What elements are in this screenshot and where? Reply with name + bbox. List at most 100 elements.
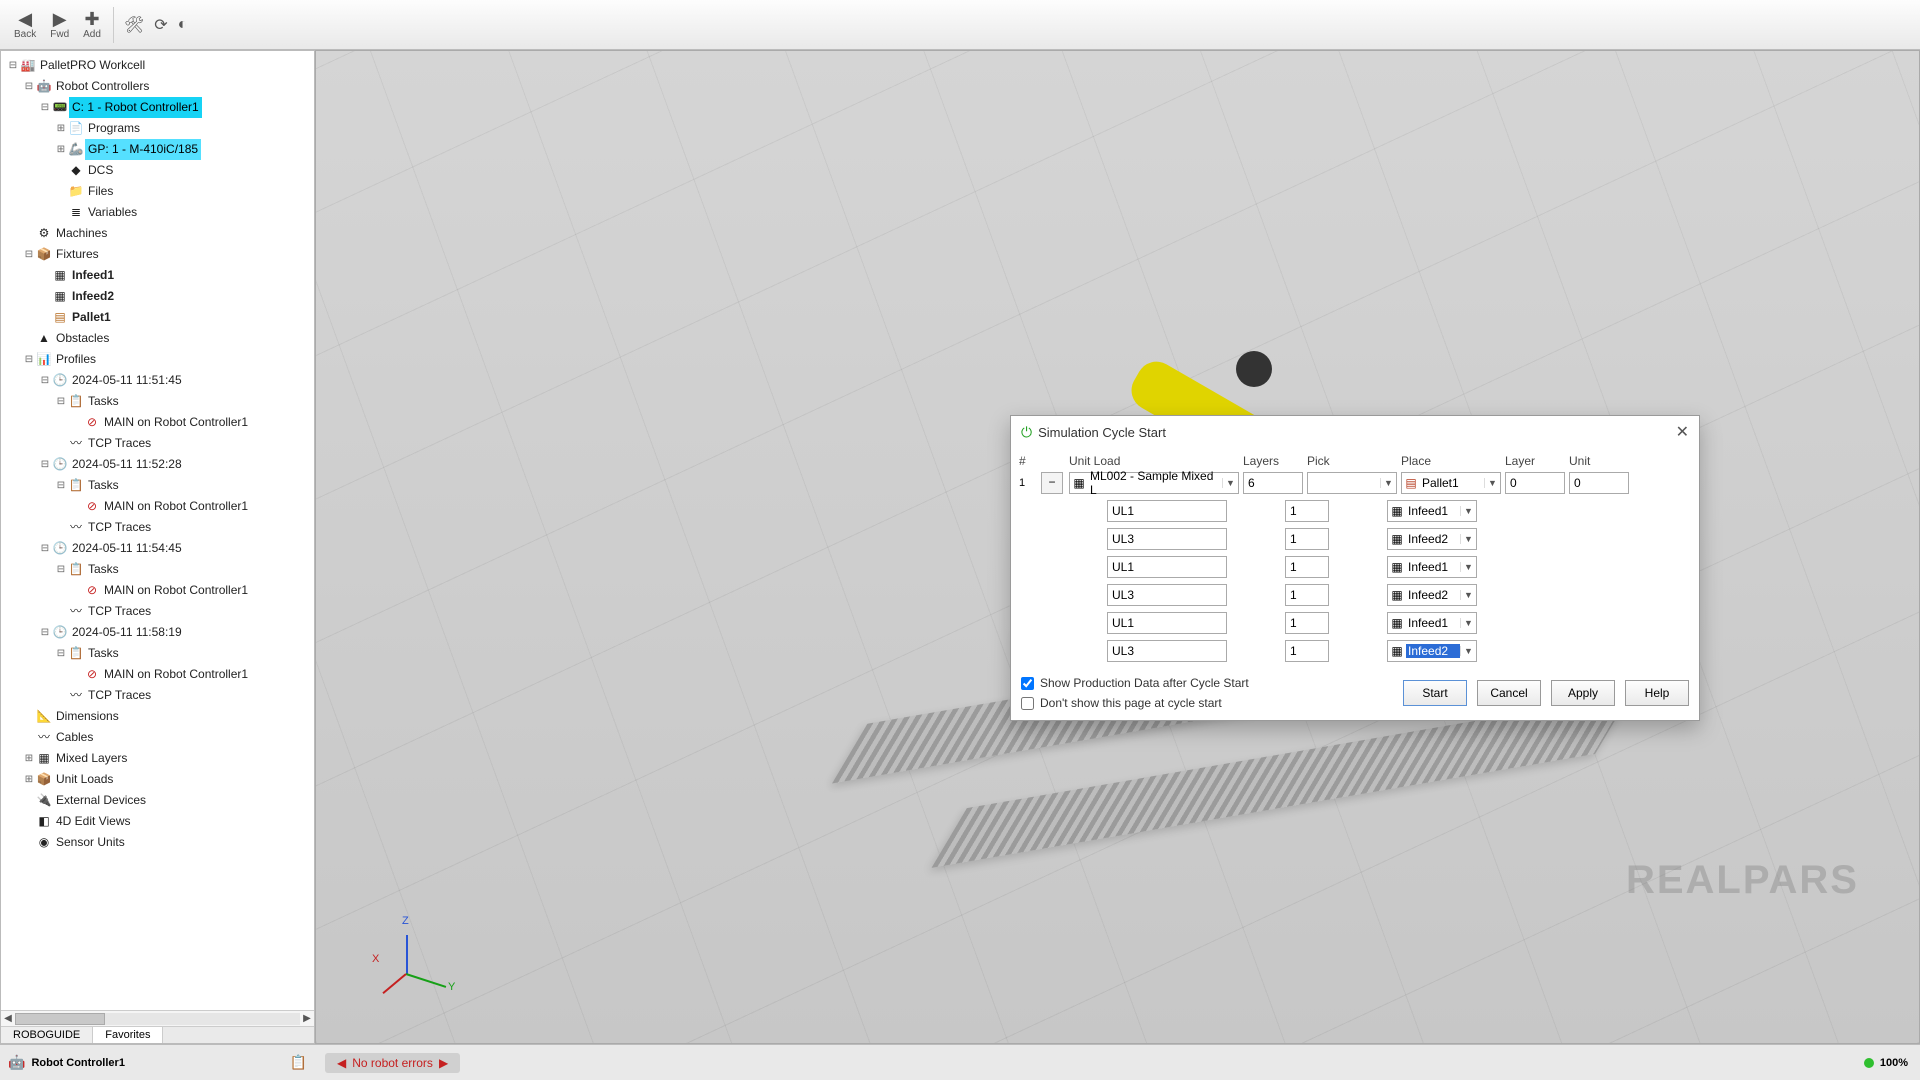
- expand-icon[interactable]: ⊟: [39, 97, 51, 118]
- expand-icon[interactable]: ⊞: [23, 748, 35, 769]
- expand-icon[interactable]: ⊟: [23, 244, 35, 265]
- tree-cables[interactable]: 〰 Cables: [7, 727, 312, 748]
- tree-sensor-units[interactable]: ◉ Sensor Units: [7, 832, 312, 853]
- expand-icon[interactable]: ⊟: [39, 370, 51, 391]
- sub-unitload-input[interactable]: [1107, 500, 1227, 522]
- pendant-icon[interactable]: 📋: [290, 1054, 307, 1071]
- sub-pick-select[interactable]: ▦Infeed2▼: [1387, 528, 1477, 550]
- error-status[interactable]: ◀ No robot errors ▶: [325, 1053, 460, 1073]
- unit-input[interactable]: [1569, 472, 1629, 494]
- tree-body[interactable]: ⊟ 🏭 PalletPRO Workcell ⊟ 🤖 Robot Control…: [1, 51, 314, 1010]
- sub-pick-select[interactable]: ▦Infeed2▼: [1387, 584, 1477, 606]
- sub-layers-input[interactable]: [1285, 500, 1329, 522]
- expand-icon[interactable]: ⊟: [55, 391, 67, 412]
- tree-tasks[interactable]: ⊟📋Tasks: [7, 475, 312, 496]
- tree-mixed-layers[interactable]: ⊞ ▦ Mixed Layers: [7, 748, 312, 769]
- tree-gp1[interactable]: ⊞ 🦾 GP: 1 - M-410iC/185: [7, 139, 312, 160]
- expand-icon[interactable]: ⊟: [55, 559, 67, 580]
- expand-icon[interactable]: ⊟: [39, 454, 51, 475]
- expand-icon[interactable]: ⊟: [39, 538, 51, 559]
- tree-main-task[interactable]: ⊘MAIN on Robot Controller1: [7, 496, 312, 517]
- tree-profile[interactable]: ⊟🕒2024-05-11 11:52:28: [7, 454, 312, 475]
- tree-external-devices[interactable]: 🔌 External Devices: [7, 790, 312, 811]
- tree-profiles[interactable]: ⊟ 📊 Profiles: [7, 349, 312, 370]
- tab-roboguide[interactable]: ROBOGUIDE: [1, 1027, 93, 1043]
- tree-tasks[interactable]: ⊟📋Tasks: [7, 391, 312, 412]
- tree-horizontal-scrollbar[interactable]: ◀ ▶: [1, 1010, 314, 1026]
- tree-profile[interactable]: ⊟🕒2024-05-11 11:51:45: [7, 370, 312, 391]
- expand-icon[interactable]: ⊞: [55, 118, 67, 139]
- tab-favorites[interactable]: Favorites: [93, 1027, 163, 1043]
- expand-icon[interactable]: ⊟: [55, 643, 67, 664]
- tree-infeed1[interactable]: ▦ Infeed1: [7, 265, 312, 286]
- expand-icon[interactable]: ⊞: [55, 139, 67, 160]
- expand-icon[interactable]: ⊟: [23, 76, 35, 97]
- unitload-select[interactable]: ▦ ML002 - Sample Mixed L ▼: [1069, 472, 1239, 494]
- tree-tcp-traces[interactable]: 〰TCP Traces: [7, 601, 312, 622]
- tree-infeed2[interactable]: ▦ Infeed2: [7, 286, 312, 307]
- refresh-icon[interactable]: ⟳: [150, 15, 171, 35]
- row-collapse-button[interactable]: −: [1041, 472, 1063, 494]
- cancel-button[interactable]: Cancel: [1477, 680, 1541, 706]
- sub-unitload-input[interactable]: [1107, 528, 1227, 550]
- globe-icon[interactable]: ◐: [174, 16, 192, 34]
- scroll-right-icon[interactable]: ▶: [300, 1013, 314, 1024]
- tree-files[interactable]: 📁 Files: [7, 181, 312, 202]
- tree-variables[interactable]: ≣ Variables: [7, 202, 312, 223]
- sub-layers-input[interactable]: [1285, 612, 1329, 634]
- close-icon[interactable]: ✕: [1676, 422, 1689, 442]
- checkbox-input[interactable]: [1021, 677, 1034, 690]
- expand-icon[interactable]: ⊟: [7, 55, 19, 76]
- sub-unitload-input[interactable]: [1107, 640, 1227, 662]
- wrench-icon[interactable]: 🛠: [120, 15, 148, 35]
- tree-tcp-traces[interactable]: 〰TCP Traces: [7, 517, 312, 538]
- add-button[interactable]: ✚ Add: [77, 3, 107, 47]
- expand-icon[interactable]: ⊟: [23, 349, 35, 370]
- tree-programs[interactable]: ⊞ 📄 Programs: [7, 118, 312, 139]
- sub-pick-select[interactable]: ▦Infeed1▼: [1387, 612, 1477, 634]
- scroll-thumb[interactable]: [15, 1013, 105, 1025]
- tree-dcs[interactable]: ◆ DCS: [7, 160, 312, 181]
- tree-profile[interactable]: ⊟🕒2024-05-11 11:54:45: [7, 538, 312, 559]
- sub-unitload-input[interactable]: [1107, 612, 1227, 634]
- scroll-track[interactable]: [15, 1013, 300, 1025]
- sub-layers-input[interactable]: [1285, 640, 1329, 662]
- sub-pick-select[interactable]: ▦Infeed1▼: [1387, 556, 1477, 578]
- tree-obstacles[interactable]: ▲ Obstacles: [7, 328, 312, 349]
- layers-input[interactable]: [1243, 472, 1303, 494]
- tree-main-task[interactable]: ⊘MAIN on Robot Controller1: [7, 580, 312, 601]
- tree-tcp-traces[interactable]: 〰TCP Traces: [7, 433, 312, 454]
- apply-button[interactable]: Apply: [1551, 680, 1615, 706]
- tree-main-task[interactable]: ⊘MAIN on Robot Controller1: [7, 664, 312, 685]
- tree-tcp-traces[interactable]: 〰TCP Traces: [7, 685, 312, 706]
- tree-machines[interactable]: ⚙ Machines: [7, 223, 312, 244]
- sub-layers-input[interactable]: [1285, 528, 1329, 550]
- tree-pallet1[interactable]: ▤ Pallet1: [7, 307, 312, 328]
- tree-controller1[interactable]: ⊟ 📟 C: 1 - Robot Controller1: [7, 97, 312, 118]
- sub-pick-select[interactable]: ▦Infeed2▼: [1387, 640, 1477, 662]
- sub-pick-select[interactable]: ▦Infeed1▼: [1387, 500, 1477, 522]
- tree-robot-controllers[interactable]: ⊟ 🤖 Robot Controllers: [7, 76, 312, 97]
- tree-tasks[interactable]: ⊟📋Tasks: [7, 643, 312, 664]
- sub-layers-input[interactable]: [1285, 584, 1329, 606]
- expand-icon[interactable]: ⊟: [39, 622, 51, 643]
- dont-show-page-checkbox[interactable]: Don't show this page at cycle start: [1021, 696, 1389, 710]
- expand-icon[interactable]: ⊞: [23, 769, 35, 790]
- sub-unitload-input[interactable]: [1107, 556, 1227, 578]
- pick-select[interactable]: ▼: [1307, 472, 1397, 494]
- layer-input[interactable]: [1505, 472, 1565, 494]
- tree-4d-views[interactable]: ◧ 4D Edit Views: [7, 811, 312, 832]
- fwd-button[interactable]: ▶ Fwd: [44, 3, 75, 47]
- tree-profile[interactable]: ⊟🕒2024-05-11 11:58:19: [7, 622, 312, 643]
- back-button[interactable]: ◀ Back: [8, 3, 42, 47]
- tree-root[interactable]: ⊟ 🏭 PalletPRO Workcell: [7, 55, 312, 76]
- scroll-left-icon[interactable]: ◀: [1, 1013, 15, 1024]
- sub-unitload-input[interactable]: [1107, 584, 1227, 606]
- start-button[interactable]: Start: [1403, 680, 1467, 706]
- show-production-data-checkbox[interactable]: Show Production Data after Cycle Start: [1021, 676, 1389, 690]
- tree-tasks[interactable]: ⊟📋Tasks: [7, 559, 312, 580]
- tree-fixtures[interactable]: ⊟ 📦 Fixtures: [7, 244, 312, 265]
- tree-unit-loads[interactable]: ⊞ 📦 Unit Loads: [7, 769, 312, 790]
- help-button[interactable]: Help: [1625, 680, 1689, 706]
- expand-icon[interactable]: ⊟: [55, 475, 67, 496]
